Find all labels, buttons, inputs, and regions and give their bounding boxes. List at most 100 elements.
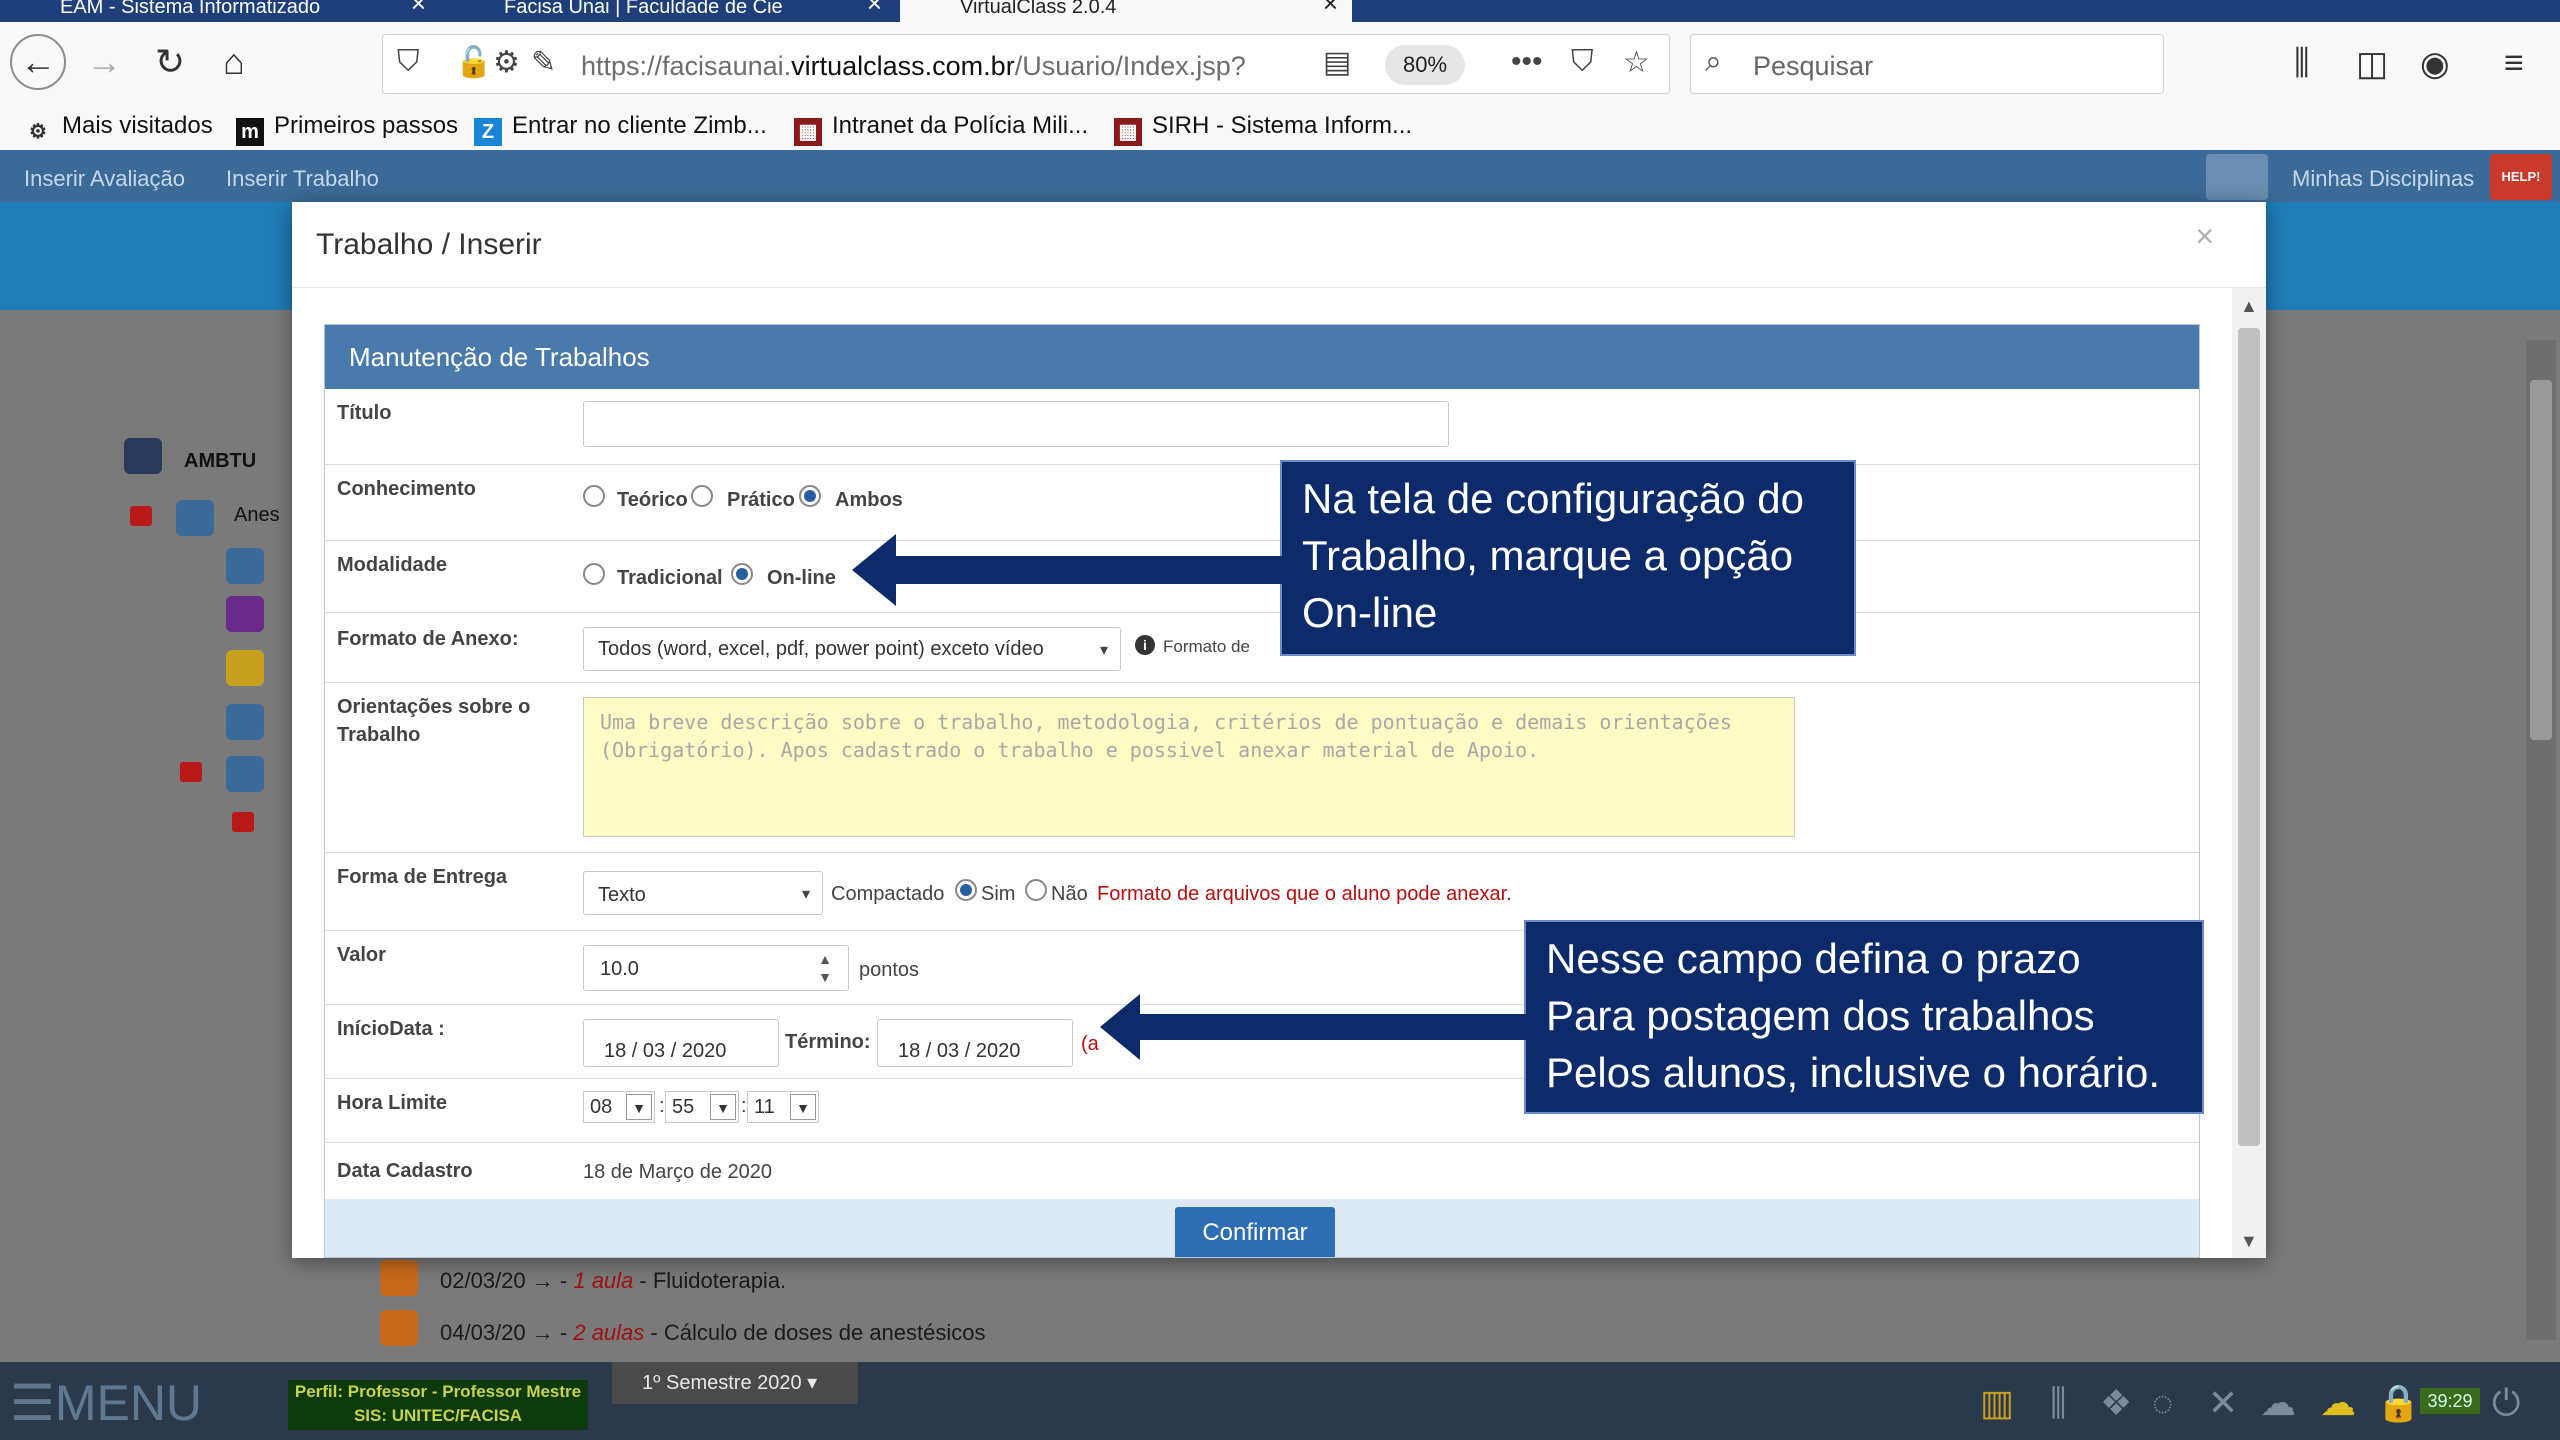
- lock-icon[interactable]: 🔒: [2376, 1382, 2421, 1424]
- lesson-item[interactable]: 04/03/20 → - 2 aulas - Cálculo de doses …: [440, 1320, 986, 1346]
- shield-icon[interactable]: ⛉: [397, 45, 420, 79]
- page-scrollbar[interactable]: [2526, 340, 2556, 1340]
- permissions-icon[interactable]: ⚙: [493, 45, 520, 80]
- radio-ambos[interactable]: [799, 485, 821, 507]
- main-menu-button[interactable]: ☰MENU: [10, 1378, 202, 1428]
- collapse-icon[interactable]: [130, 506, 152, 526]
- tree-root-label[interactable]: AMBTU: [184, 450, 256, 473]
- radio-teorico-label: Teórico: [617, 489, 688, 511]
- insecure-lock-icon[interactable]: 🔓: [455, 45, 492, 80]
- power-icon[interactable]: ⏻: [2492, 1382, 2520, 1425]
- search-bar[interactable]: ⌕ Pesquisar: [1690, 34, 2164, 94]
- tools-icon[interactable]: ✕: [2208, 1382, 2238, 1424]
- account-icon[interactable]: ◉: [2420, 44, 2450, 84]
- row-cadastro: Data Cadastro 18 de Março de 2020: [325, 1143, 2199, 1199]
- confirm-button[interactable]: Confirmar: [1175, 1207, 1335, 1257]
- termino-hint: (a: [1081, 1033, 1099, 1055]
- orientacoes-textarea[interactable]: Uma breve descrição sobre o trabalho, me…: [583, 697, 1795, 837]
- browser-tab[interactable]: [1356, 0, 1616, 22]
- valor-input[interactable]: 10.0 ▲ ▼: [583, 945, 849, 991]
- radio-teorico[interactable]: [583, 485, 605, 507]
- sidebar-icon[interactable]: ◫: [2356, 44, 2388, 84]
- cloud-icon[interactable]: ☁: [2260, 1382, 2296, 1424]
- collapse-icon[interactable]: [180, 762, 202, 782]
- stepper-icon[interactable]: ▲ ▼: [818, 950, 832, 986]
- reader-view-icon[interactable]: ▤: [1323, 45, 1351, 80]
- hora-minutes-select[interactable]: 55 ▼: [665, 1091, 739, 1123]
- bookmark-item[interactable]: m Primeiros passos: [236, 112, 458, 146]
- reload-icon[interactable]: ↻: [142, 34, 198, 90]
- clipboard-icon[interactable]: [2206, 154, 2268, 200]
- conhecimento-label: Conhecimento: [337, 478, 476, 500]
- item-icon: [226, 704, 264, 740]
- close-tab-icon[interactable]: ×: [411, 0, 426, 16]
- bookmark-star-icon[interactable]: ☆: [1623, 45, 1650, 80]
- hora-seconds-select[interactable]: 11 ▼: [747, 1091, 819, 1123]
- scroll-up-icon[interactable]: ▲: [2240, 296, 2258, 317]
- scroll-down-icon[interactable]: ▼: [2240, 1231, 2258, 1252]
- bookmark-item[interactable]: ⚙ Mais visitados: [24, 112, 213, 146]
- termino-date-input[interactable]: 18 / 03 / 2020: [877, 1019, 1073, 1067]
- chat-icon[interactable]: ◌: [2152, 1382, 2173, 1424]
- item-icon: [226, 650, 264, 686]
- modal-title: Trabalho / Inserir: [316, 228, 542, 261]
- menu-minhas-disciplinas[interactable]: Minhas Disciplinas: [2292, 166, 2474, 192]
- compactado-label: Compactado: [831, 883, 945, 905]
- info-icon[interactable]: i: [1135, 635, 1155, 655]
- row-titulo: Título: [325, 389, 2199, 465]
- dropbox-icon[interactable]: ❖: [2100, 1382, 2132, 1424]
- close-tab-icon[interactable]: ×: [867, 0, 882, 16]
- home-icon[interactable]: ⌂: [206, 34, 262, 90]
- scrollbar-thumb[interactable]: [2238, 328, 2260, 1146]
- inicio-label: InícioData :: [337, 1018, 445, 1040]
- radio-compactado-sim[interactable]: [955, 879, 977, 901]
- help-icon[interactable]: HELP!: [2490, 154, 2552, 200]
- browser-tab[interactable]: EAM - Sistema Informatizado ×: [0, 0, 440, 22]
- hamburger-menu-icon[interactable]: ≡: [2504, 44, 2524, 83]
- bookmark-item[interactable]: ▦ Intranet da Polícia Mili...: [794, 112, 1088, 146]
- more-actions-icon[interactable]: •••: [1511, 45, 1543, 79]
- forward-arrow-icon[interactable]: →: [76, 34, 132, 90]
- browser-tab[interactable]: Facisa Unai | Faculdade de Cie ×: [444, 0, 896, 22]
- back-arrow-icon[interactable]: ←: [10, 34, 66, 90]
- hora-hours-select[interactable]: 08 ▼: [583, 1091, 655, 1123]
- close-icon[interactable]: ×: [2195, 218, 2214, 255]
- item-icon: [226, 756, 264, 792]
- books-icon[interactable]: ▥: [1980, 1382, 2014, 1424]
- menu-inserir-trabalho[interactable]: Inserir Trabalho: [226, 166, 379, 192]
- valor-label: Valor: [337, 944, 386, 966]
- tree-child-label[interactable]: Anes: [234, 504, 280, 527]
- tracking-icon[interactable]: ✎: [531, 45, 556, 80]
- lesson-item[interactable]: 02/03/20 → - 1 aula - Fluidoterapia.: [440, 1268, 786, 1294]
- inicio-date-input[interactable]: 18 / 03 / 2020: [583, 1019, 779, 1067]
- radio-online[interactable]: [731, 563, 753, 585]
- library-icon[interactable]: ⫼: [2294, 44, 2310, 83]
- weather-icon[interactable]: ☁: [2320, 1382, 2356, 1424]
- row-orientacoes: Orientações sobre o Trabalho Uma breve d…: [325, 683, 2199, 853]
- formato-select[interactable]: Todos (word, excel, pdf, power point) ex…: [583, 627, 1121, 671]
- app-top-menu: Inserir Avaliação Inserir Trabalho Minha…: [0, 150, 2560, 202]
- url-bar[interactable]: ⛉ 🔓 ⚙ ✎ https://facisaunai.virtualclass.…: [382, 34, 1670, 94]
- grid-icon[interactable]: ⫼: [2050, 1382, 2067, 1425]
- menu-inserir-avaliacao[interactable]: Inserir Avaliação: [24, 166, 185, 192]
- bookmark-item[interactable]: Z Entrar no cliente Zimb...: [474, 112, 767, 146]
- semestre-select[interactable]: 1º Semestre 2020 ▾: [612, 1362, 858, 1404]
- titulo-input[interactable]: [583, 401, 1449, 447]
- browser-tab-active[interactable]: VirtualClass 2.0.4 ×: [900, 0, 1352, 22]
- collapse-icon[interactable]: [232, 812, 254, 832]
- radio-tradicional[interactable]: [583, 563, 605, 585]
- radio-pratico[interactable]: [691, 485, 713, 507]
- entrega-select[interactable]: Texto ▾: [583, 871, 823, 915]
- entrega-label: Forma de Entrega: [337, 866, 508, 888]
- bookmark-item[interactable]: ▦ SIRH - Sistema Inform...: [1114, 112, 1412, 146]
- chevron-down-icon: ▼: [710, 1094, 736, 1120]
- radio-compactado-nao[interactable]: [1025, 879, 1047, 901]
- modal-scrollbar[interactable]: ▲ ▼: [2232, 288, 2266, 1258]
- close-tab-icon[interactable]: ×: [1323, 0, 1338, 16]
- url-text[interactable]: https://facisaunai.virtualclass.com.br/U…: [581, 51, 1246, 82]
- zoom-level[interactable]: 80%: [1385, 45, 1465, 85]
- lesson-icon: [380, 1310, 418, 1346]
- page-scrollbar-thumb[interactable]: [2530, 380, 2552, 740]
- pocket-icon[interactable]: ⛉: [1571, 45, 1594, 79]
- chevron-down-icon: ▼: [626, 1094, 652, 1120]
